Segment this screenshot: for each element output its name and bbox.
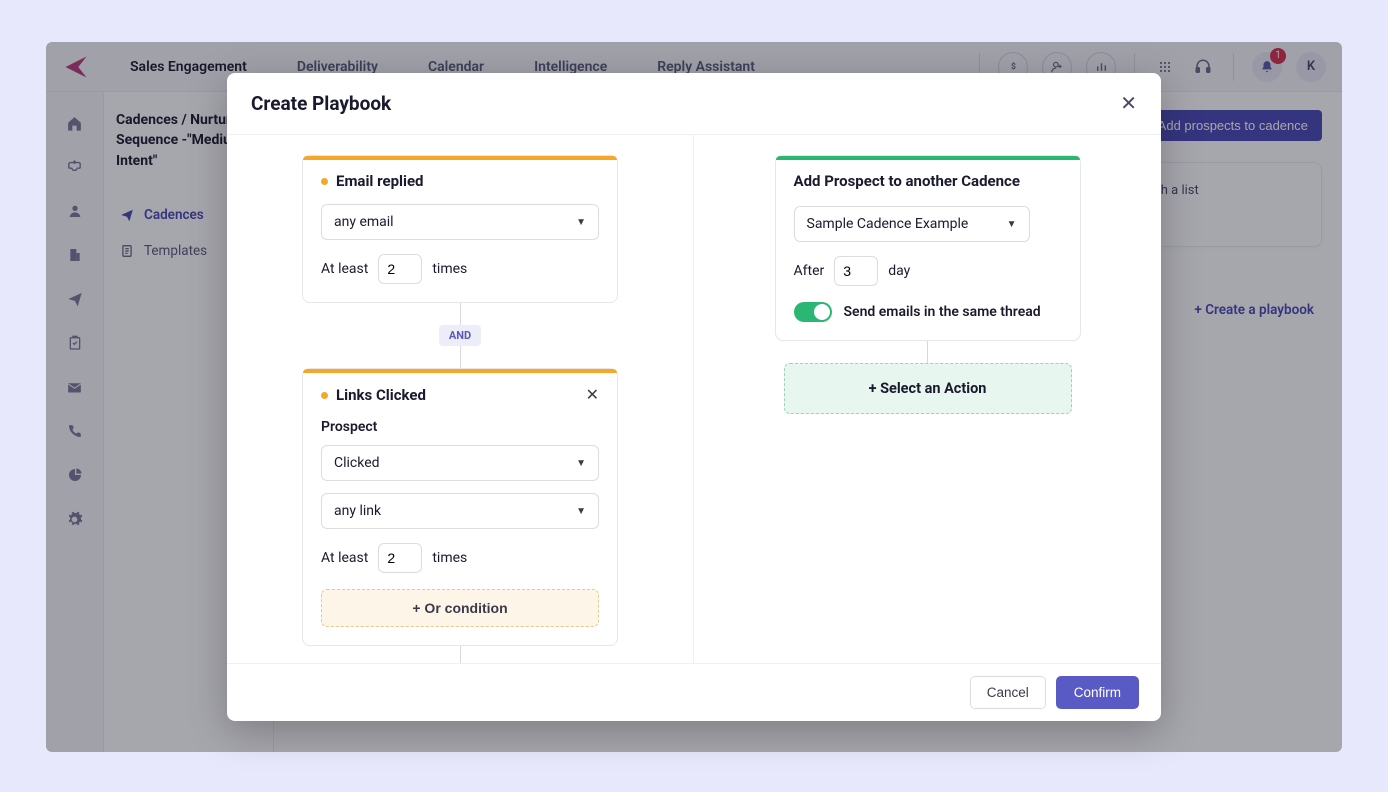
select-value: Sample Cadence Example bbox=[807, 216, 969, 232]
toggle-label: Send emails in the same thread bbox=[844, 304, 1041, 320]
connector bbox=[460, 303, 461, 325]
condition-card-email-replied: Email replied any email ▼ At least times bbox=[302, 155, 618, 303]
select-action-button[interactable]: + Select an Action bbox=[784, 363, 1072, 414]
close-icon[interactable]: ✕ bbox=[586, 385, 599, 405]
or-condition-button[interactable]: + Or condition bbox=[321, 589, 599, 627]
chevron-down-icon: ▼ bbox=[576, 506, 586, 517]
status-dot bbox=[321, 178, 328, 185]
chevron-down-icon: ▼ bbox=[576, 458, 586, 469]
status-dot bbox=[321, 392, 328, 399]
select-value: any email bbox=[334, 214, 394, 230]
condition-title: Email replied bbox=[336, 172, 424, 190]
email-select[interactable]: any email ▼ bbox=[321, 204, 599, 240]
modal-title: Create Playbook bbox=[251, 92, 391, 115]
select-value: Clicked bbox=[334, 455, 380, 471]
times-label: times bbox=[432, 261, 467, 277]
chevron-down-icon: ▼ bbox=[1007, 219, 1017, 230]
after-label: After bbox=[794, 263, 825, 279]
cadence-select[interactable]: Sample Cadence Example ▼ bbox=[794, 206, 1030, 242]
clicked-select[interactable]: Clicked ▼ bbox=[321, 445, 599, 481]
same-thread-toggle[interactable] bbox=[794, 302, 832, 322]
prospect-label: Prospect bbox=[321, 419, 599, 435]
connector bbox=[460, 346, 461, 368]
select-value: any link bbox=[334, 503, 381, 519]
confirm-button[interactable]: Confirm bbox=[1056, 676, 1139, 709]
count-input[interactable] bbox=[378, 543, 422, 573]
connector bbox=[460, 646, 461, 663]
condition-card-links-clicked: Links Clicked ✕ Prospect Clicked ▼ any l… bbox=[302, 368, 618, 646]
close-icon[interactable]: ✕ bbox=[1120, 91, 1137, 116]
condition-title: Links Clicked bbox=[336, 386, 426, 404]
day-label: day bbox=[888, 263, 910, 279]
action-title: Add Prospect to another Cadence bbox=[794, 172, 1020, 190]
and-operator: AND bbox=[439, 325, 481, 346]
at-least-label: At least bbox=[321, 550, 368, 566]
actions-pane: Add Prospect to another Cadence Sample C… bbox=[694, 135, 1161, 663]
cancel-button[interactable]: Cancel bbox=[970, 676, 1046, 709]
create-playbook-modal: Create Playbook ✕ Email replied any emai… bbox=[227, 73, 1161, 721]
link-select[interactable]: any link ▼ bbox=[321, 493, 599, 529]
days-input[interactable] bbox=[834, 256, 878, 286]
count-input[interactable] bbox=[378, 254, 422, 284]
conditions-pane: Email replied any email ▼ At least times… bbox=[227, 135, 694, 663]
times-label: times bbox=[432, 550, 467, 566]
chevron-down-icon: ▼ bbox=[576, 217, 586, 228]
connector bbox=[927, 341, 928, 363]
at-least-label: At least bbox=[321, 261, 368, 277]
action-card-add-to-cadence: Add Prospect to another Cadence Sample C… bbox=[775, 155, 1081, 341]
